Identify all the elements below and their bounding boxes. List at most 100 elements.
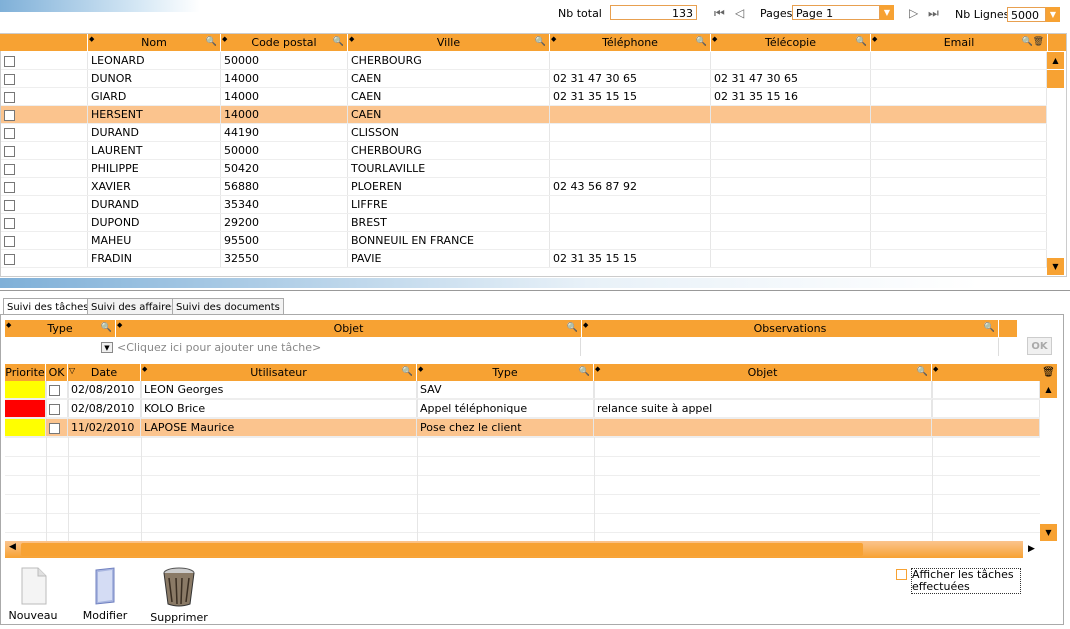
- show-done-label[interactable]: Afficher les tâches effectuées: [911, 568, 1021, 594]
- task-done-checkbox[interactable]: [49, 404, 60, 415]
- search-icon[interactable]: 🔍: [984, 320, 995, 337]
- table-row[interactable]: GIARD 14000 CAEN 02 31 35 15 15 02 31 35 15 …: [1, 88, 1047, 106]
- scroll-right-icon[interactable]: ▶: [1023, 541, 1040, 558]
- scroll-thumb[interactable]: [21, 543, 863, 556]
- tab-suivi-affaires[interactable]: Suivi des affaires: [87, 298, 181, 315]
- search-icon[interactable]: 🔍: [333, 34, 344, 51]
- search-icon[interactable]: 🔍: [579, 364, 590, 381]
- last-page-icon[interactable]: ⏭: [928, 6, 939, 20]
- scroll-thumb[interactable]: [1047, 70, 1064, 88]
- page-dropdown-chevron-down-icon[interactable]: ▼: [880, 5, 894, 20]
- contacts-vertical-scrollbar[interactable]: ▲ ▼: [1047, 52, 1064, 275]
- entry-header-observations[interactable]: ◆ Observations 🔍: [582, 320, 999, 337]
- column-header-email[interactable]: ◆ Email 🔍 🗑: [871, 34, 1048, 51]
- row-checkbox[interactable]: [4, 56, 15, 67]
- row-checkbox[interactable]: [4, 74, 15, 85]
- search-icon[interactable]: 🔍: [856, 34, 867, 51]
- column-header-ok[interactable]: OK: [46, 364, 68, 381]
- row-checkbox[interactable]: [4, 200, 15, 211]
- next-page-icon[interactable]: ▷: [909, 6, 918, 20]
- table-row[interactable]: DURAND 44190 CLISSON: [1, 124, 1047, 142]
- sort-icon[interactable]: ◆: [712, 31, 717, 48]
- trash-icon[interactable]: 🗑: [1040, 364, 1057, 381]
- column-header-telecopie[interactable]: ◆ Télécopie 🔍: [711, 34, 871, 51]
- sort-icon[interactable]: ◆: [6, 317, 11, 334]
- sort-icon[interactable]: ◆: [595, 361, 600, 378]
- column-header-extra[interactable]: ◆: [932, 364, 1040, 381]
- splitter-line[interactable]: [0, 290, 1070, 291]
- scroll-left-icon[interactable]: ◀: [9, 542, 16, 552]
- first-page-icon[interactable]: ⏮: [714, 6, 725, 20]
- table-row[interactable]: MAHEU 95500 BONNEUIL EN FRANCE: [1, 232, 1047, 250]
- tasks-horizontal-scrollbar[interactable]: ◀ ▶: [5, 541, 1040, 558]
- task-done-checkbox[interactable]: [49, 423, 60, 434]
- search-icon[interactable]: 🔍: [917, 364, 928, 381]
- search-icon[interactable]: 🔍: [101, 320, 112, 337]
- table-row[interactable]: LEONARD 50000 CHERBOURG: [1, 52, 1047, 70]
- row-checkbox[interactable]: [4, 254, 15, 265]
- scroll-down-icon[interactable]: ▼: [1047, 258, 1064, 275]
- row-checkbox[interactable]: [4, 182, 15, 193]
- scroll-up-icon[interactable]: ▲: [1040, 381, 1057, 398]
- table-row[interactable]: 02/08/2010 KOLO Brice Appel téléphonique re…: [5, 400, 1040, 418]
- show-done-checkbox[interactable]: [896, 569, 907, 580]
- row-checkbox[interactable]: [4, 110, 15, 121]
- scroll-up-icon[interactable]: ▲: [1047, 52, 1064, 69]
- column-header-nom[interactable]: ◆ Nom 🔍: [88, 34, 221, 51]
- search-icon[interactable]: 🔍: [206, 34, 217, 51]
- table-row[interactable]: XAVIER 56880 PLOEREN 02 43 56 87 92: [1, 178, 1047, 196]
- entry-header-objet[interactable]: ◆ Objet 🔍: [116, 320, 582, 337]
- table-row[interactable]: DURAND 35340 LIFFRE: [1, 196, 1047, 214]
- sort-icon[interactable]: ◆: [933, 361, 938, 378]
- task-done-checkbox[interactable]: [49, 385, 60, 396]
- entry-header-type[interactable]: ◆ Type 🔍: [5, 320, 116, 337]
- new-button[interactable]: Nouveau: [8, 566, 58, 622]
- tab-suivi-documents[interactable]: Suivi des documents: [172, 298, 284, 315]
- tasks-vertical-scrollbar[interactable]: ▲ ▼: [1040, 381, 1057, 541]
- nb-lignes-chevron-down-icon[interactable]: ▼: [1046, 7, 1060, 22]
- search-icon[interactable]: 🔍: [402, 364, 413, 381]
- column-header-date[interactable]: ▽ Date: [68, 364, 141, 381]
- search-icon[interactable]: 🔍: [567, 320, 578, 337]
- edit-button[interactable]: Modifier: [80, 566, 130, 622]
- column-header-type[interactable]: ◆ Type 🔍: [417, 364, 594, 381]
- tab-suivi-taches[interactable]: Suivi des tâches: [3, 298, 93, 315]
- sort-icon[interactable]: ◆: [142, 361, 147, 378]
- row-checkbox[interactable]: [4, 236, 15, 247]
- column-header-telephone[interactable]: ◆ Téléphone 🔍: [550, 34, 711, 51]
- table-row-selected[interactable]: 11/02/2010 LAPOSE Maurice Pose chez le cli…: [5, 419, 1040, 437]
- sort-icon[interactable]: ◆: [583, 317, 588, 334]
- row-checkbox[interactable]: [4, 92, 15, 103]
- search-icon[interactable]: 🔍: [535, 34, 546, 51]
- ok-button[interactable]: OK: [1027, 337, 1052, 355]
- search-icon[interactable]: 🔍: [696, 34, 707, 51]
- column-header-priorite[interactable]: Priorite: [5, 364, 46, 381]
- row-checkbox[interactable]: [4, 128, 15, 139]
- table-row[interactable]: FRADIN 32550 PAVIE 02 31 35 15 15: [1, 250, 1047, 268]
- table-row[interactable]: DUNOR 14000 CAEN 02 31 47 30 65 02 31 47 30 …: [1, 70, 1047, 88]
- table-row[interactable]: DUPOND 29200 BREST: [1, 214, 1047, 232]
- column-header-objet[interactable]: ◆ Objet 🔍: [594, 364, 932, 381]
- column-header-code-postal[interactable]: ◆ Code postal 🔍: [221, 34, 348, 51]
- nb-total-field[interactable]: 133: [610, 5, 697, 20]
- column-header-utilisateur[interactable]: ◆ Utilisateur 🔍: [141, 364, 417, 381]
- scroll-down-icon[interactable]: ▼: [1040, 524, 1057, 541]
- sort-icon[interactable]: ◆: [89, 31, 94, 48]
- table-row-selected[interactable]: HERSENT 14000 CAEN: [1, 106, 1047, 124]
- row-checkbox[interactable]: [4, 146, 15, 157]
- sort-icon[interactable]: ◆: [872, 31, 877, 48]
- prev-page-icon[interactable]: ◁: [735, 6, 744, 20]
- sort-icon[interactable]: ◆: [349, 31, 354, 48]
- type-dropdown-chevron-down-icon[interactable]: ▼: [101, 342, 113, 353]
- sort-icon[interactable]: ◆: [551, 31, 556, 48]
- search-icon[interactable]: 🔍: [1022, 34, 1033, 51]
- nb-lignes-select[interactable]: 5000: [1007, 7, 1046, 22]
- delete-button[interactable]: Supprimer: [150, 566, 208, 624]
- trash-icon[interactable]: 🗑: [1033, 34, 1044, 51]
- sort-desc-icon[interactable]: ▽: [69, 362, 75, 379]
- add-task-input[interactable]: <Cliquez ici pour ajouter une tâche>: [117, 341, 321, 355]
- table-row[interactable]: 02/08/2010 LEON Georges SAV: [5, 381, 1040, 399]
- sort-icon[interactable]: ◆: [222, 31, 227, 48]
- row-checkbox[interactable]: [4, 218, 15, 229]
- table-row[interactable]: LAURENT 50000 CHERBOURG: [1, 142, 1047, 160]
